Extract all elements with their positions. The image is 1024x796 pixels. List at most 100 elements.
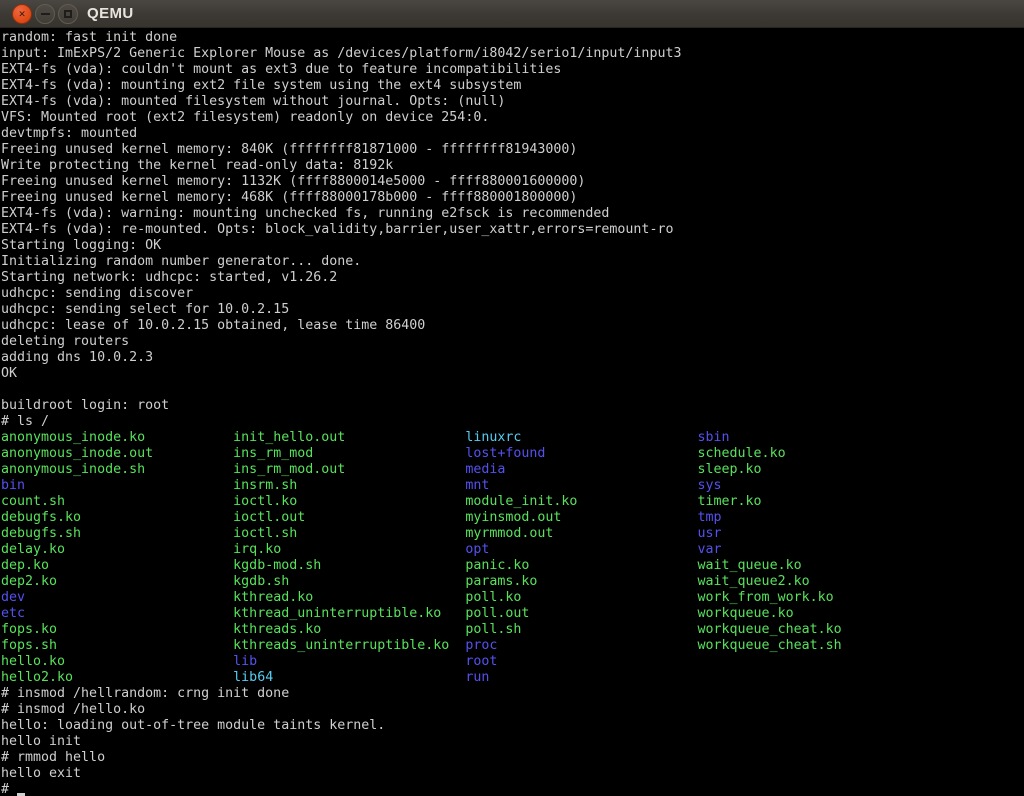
file-entry: kthreads.ko xyxy=(233,622,465,637)
file-entry: run xyxy=(465,670,489,685)
terminal-line: EXT4-fs (vda): mounting ext2 file system… xyxy=(1,78,1024,94)
file-entry: proc xyxy=(465,638,697,653)
terminal-line: anonymous_inode.ko init_hello.out linuxr… xyxy=(1,430,1024,446)
maximize-icon xyxy=(64,10,72,18)
terminal-text: deleting routers xyxy=(1,334,129,349)
file-entry: anonymous_inode.ko xyxy=(1,430,233,445)
terminal-line: # ls / xyxy=(1,414,1024,430)
terminal-line: deleting routers xyxy=(1,334,1024,350)
terminal-line: devtmpfs: mounted xyxy=(1,126,1024,142)
terminal-line: hello: loading out-of-tree module taints… xyxy=(1,718,1024,734)
file-entry: fops.sh xyxy=(1,638,233,653)
terminal-line: EXT4-fs (vda): mounted filesystem withou… xyxy=(1,94,1024,110)
file-entry: ioctl.out xyxy=(233,510,465,525)
terminal-text: hello exit xyxy=(1,766,81,781)
terminal-line: delay.ko irq.ko opt var xyxy=(1,542,1024,558)
file-entry: tmp xyxy=(698,510,722,525)
minimize-button[interactable] xyxy=(35,4,55,24)
file-entry: work_from_work.ko xyxy=(698,590,834,605)
terminal-line: hello2.ko lib64 run xyxy=(1,670,1024,686)
file-entry: lost+found xyxy=(465,446,697,461)
file-entry: kgdb-mod.sh xyxy=(233,558,465,573)
terminal-line: input: ImExPS/2 Generic Explorer Mouse a… xyxy=(1,46,1024,62)
file-entry: delay.ko xyxy=(1,542,233,557)
file-entry: schedule.ko xyxy=(698,446,786,461)
file-entry: workqueue_cheat.ko xyxy=(698,622,842,637)
close-icon: ✕ xyxy=(19,8,26,19)
file-entry: lib xyxy=(233,654,465,669)
file-entry: ins_rm_mod.out xyxy=(233,462,465,477)
maximize-button[interactable] xyxy=(58,4,78,24)
file-entry: init_hello.out xyxy=(233,430,465,445)
file-entry: kgdb.sh xyxy=(233,574,465,589)
terminal-line: debugfs.ko ioctl.out myinsmod.out tmp xyxy=(1,510,1024,526)
terminal-text: VFS: Mounted root (ext2 filesystem) read… xyxy=(1,110,489,125)
terminal-line: # insmod /hellrandom: crng init done xyxy=(1,686,1024,702)
terminal-line: Freeing unused kernel memory: 840K (ffff… xyxy=(1,142,1024,158)
terminal-line: random: fast init done xyxy=(1,30,1024,46)
file-entry: mnt xyxy=(465,478,697,493)
terminal-line: hello exit xyxy=(1,766,1024,782)
terminal-text: EXT4-fs (vda): couldn't mount as ext3 du… xyxy=(1,62,561,77)
terminal-line: Starting logging: OK xyxy=(1,238,1024,254)
file-entry: workqueue.ko xyxy=(698,606,794,621)
terminal-line: # insmod /hello.ko xyxy=(1,702,1024,718)
file-entry: dep2.ko xyxy=(1,574,233,589)
file-entry: timer.ko xyxy=(698,494,762,509)
window-title: QEMU xyxy=(87,5,134,22)
terminal-line: udhcpc: sending discover xyxy=(1,286,1024,302)
file-entry: var xyxy=(698,542,722,557)
terminal-line: udhcpc: lease of 10.0.2.15 obtained, lea… xyxy=(1,318,1024,334)
terminal-text: Write protecting the kernel read-only da… xyxy=(1,158,393,173)
terminal-line: Starting network: udhcpc: started, v1.26… xyxy=(1,270,1024,286)
terminal-text: # insmod /hello.ko xyxy=(1,702,145,717)
terminal-text: # rmmod hello xyxy=(1,750,105,765)
terminal-line: EXT4-fs (vda): couldn't mount as ext3 du… xyxy=(1,62,1024,78)
terminal-text: hello init xyxy=(1,734,81,749)
terminal-line: bin insrm.sh mnt sys xyxy=(1,478,1024,494)
file-entry: opt xyxy=(465,542,697,557)
file-entry: root xyxy=(465,654,497,669)
file-entry: workqueue_cheat.sh xyxy=(698,638,842,653)
file-entry: dep.ko xyxy=(1,558,233,573)
close-button[interactable]: ✕ xyxy=(12,4,32,24)
file-entry: sbin xyxy=(698,430,730,445)
file-entry: usr xyxy=(698,526,722,541)
terminal-line: # xyxy=(1,782,1024,796)
file-entry: media xyxy=(465,462,697,477)
terminal-line: buildroot login: root xyxy=(1,398,1024,414)
terminal-text: Initializing random number generator... … xyxy=(1,254,361,269)
terminal-line: hello init xyxy=(1,734,1024,750)
terminal-line: OK xyxy=(1,366,1024,382)
file-entry: lib64 xyxy=(233,670,465,685)
terminal-text: EXT4-fs (vda): mounting ext2 file system… xyxy=(1,78,521,93)
terminal-text: udhcpc: sending select for 10.0.2.15 xyxy=(1,302,289,317)
terminal-text: hello: loading out-of-tree module taints… xyxy=(1,718,385,733)
file-entry: poll.sh xyxy=(465,622,697,637)
terminal-line: hello.ko lib root xyxy=(1,654,1024,670)
terminal-text: # insmod /hellrandom: crng init done xyxy=(1,686,289,701)
terminal-text: devtmpfs: mounted xyxy=(1,126,137,141)
file-entry: anonymous_inode.out xyxy=(1,446,233,461)
file-entry: debugfs.sh xyxy=(1,526,233,541)
terminal-text: udhcpc: sending discover xyxy=(1,286,193,301)
file-entry: ioctl.ko xyxy=(233,494,465,509)
file-entry: sys xyxy=(698,478,722,493)
terminal-line: dep2.ko kgdb.sh params.ko wait_queue2.ko xyxy=(1,574,1024,590)
terminal-screen[interactable]: random: fast init doneinput: ImExPS/2 Ge… xyxy=(0,28,1024,796)
file-entry: fops.ko xyxy=(1,622,233,637)
file-entry: kthreads_uninterruptible.ko xyxy=(233,638,465,653)
qemu-window: { "window": { "title": "QEMU", "controls… xyxy=(0,0,1024,796)
terminal-line: Freeing unused kernel memory: 468K (ffff… xyxy=(1,190,1024,206)
terminal-text: # ls / xyxy=(1,414,49,429)
file-entry: params.ko xyxy=(465,574,697,589)
terminal-line: anonymous_inode.sh ins_rm_mod.out media … xyxy=(1,462,1024,478)
terminal-line: # rmmod hello xyxy=(1,750,1024,766)
file-entry: panic.ko xyxy=(465,558,697,573)
file-entry: wait_queue.ko xyxy=(698,558,802,573)
terminal-line: Write protecting the kernel read-only da… xyxy=(1,158,1024,174)
terminal-line: EXT4-fs (vda): warning: mounting uncheck… xyxy=(1,206,1024,222)
terminal-line: adding dns 10.0.2.3 xyxy=(1,350,1024,366)
titlebar[interactable]: ✕ QEMU xyxy=(0,0,1024,28)
file-entry: linuxrc xyxy=(465,430,697,445)
